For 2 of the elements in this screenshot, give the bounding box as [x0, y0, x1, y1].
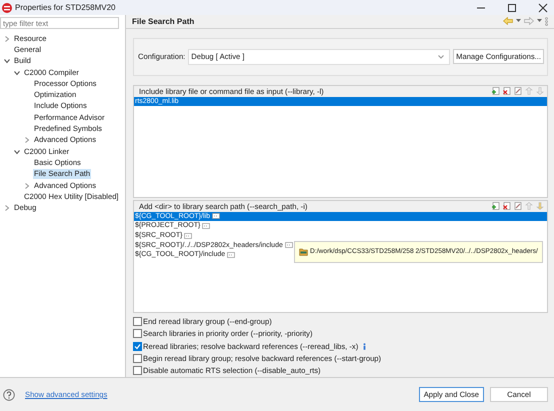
page-title: File Search Path: [132, 16, 194, 26]
window-title: Properties for STD258MV20: [15, 3, 116, 12]
